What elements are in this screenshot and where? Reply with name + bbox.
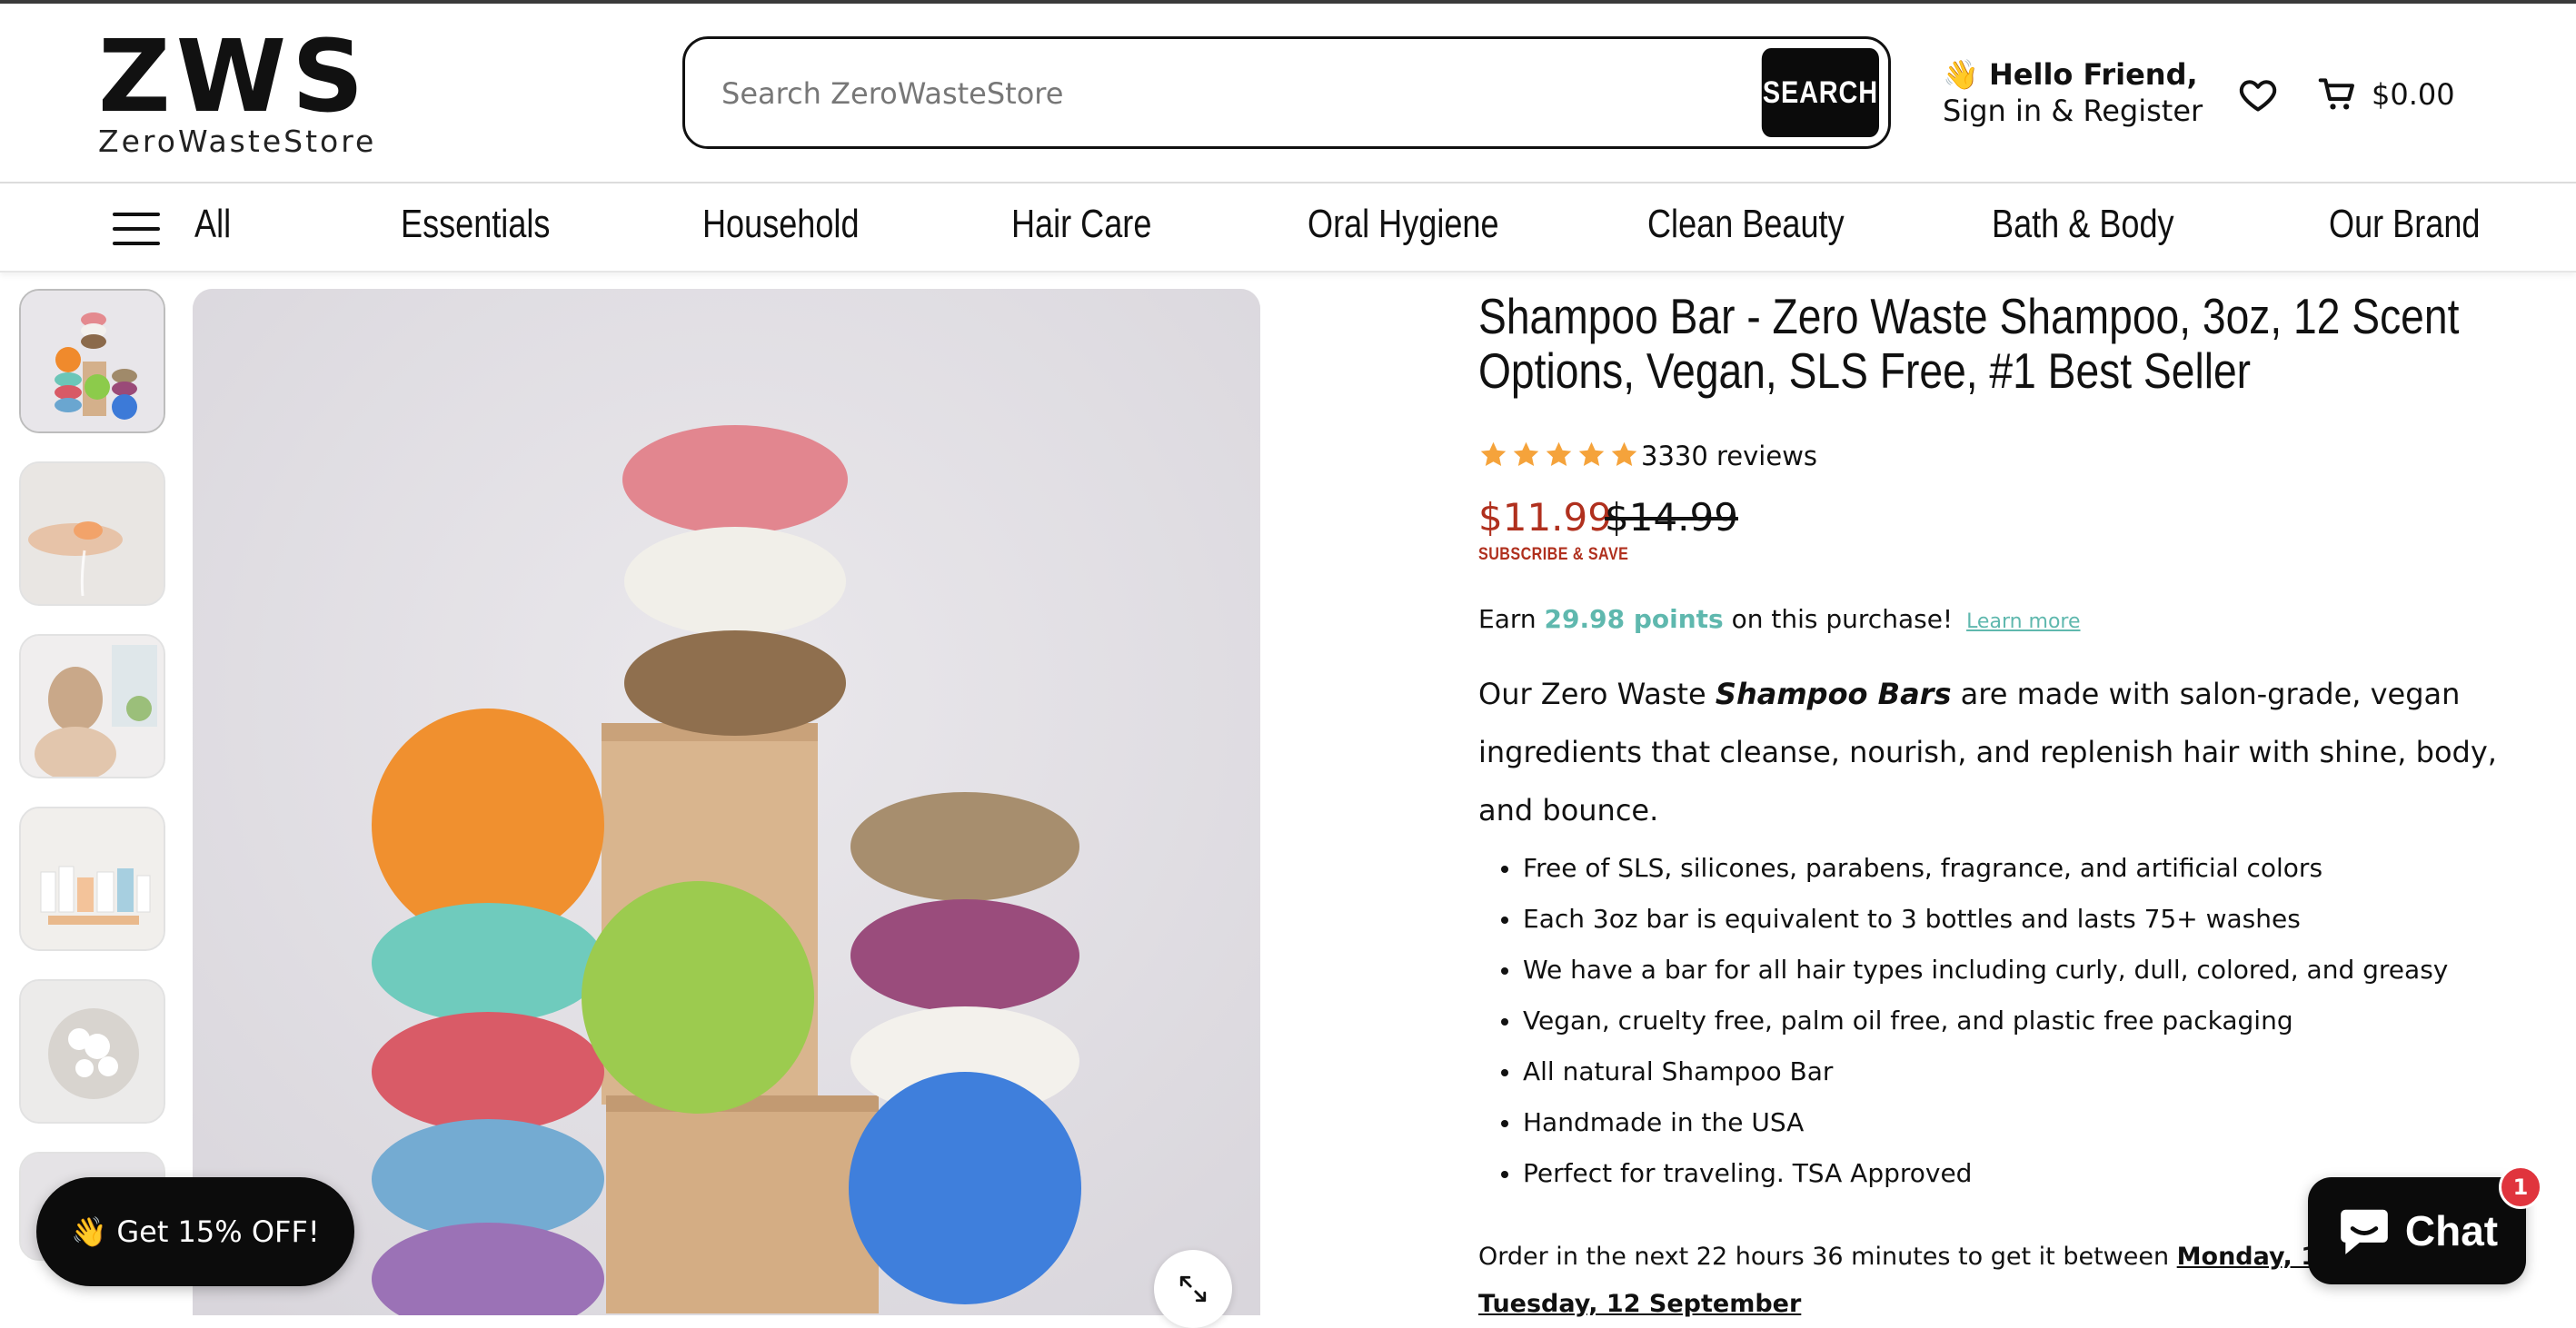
description-emphasis: Shampoo Bars xyxy=(1715,677,1952,711)
thumbnail-lather-in-hair[interactable] xyxy=(19,979,165,1124)
list-item: Handmade in the USA xyxy=(1501,1097,2546,1148)
sale-price: $11.99 xyxy=(1478,495,1612,540)
earn-prefix: Earn xyxy=(1478,604,1537,634)
star-icon xyxy=(1480,441,1507,467)
list-item: Free of SLS, silicones, parabens, fragra… xyxy=(1501,843,2546,894)
chat-bubble-icon xyxy=(2341,1209,2388,1254)
logo[interactable]: ZWS ZeroWasteStore xyxy=(98,18,389,159)
search-input[interactable] xyxy=(720,61,1650,126)
star-icon xyxy=(1578,441,1605,467)
star-icon xyxy=(1513,441,1539,467)
greeting-text: 👋 Hello Friend, xyxy=(1943,57,2198,92)
reviews-count[interactable]: 3330 reviews xyxy=(1641,438,1817,474)
nav-item-clean-beauty[interactable]: Clean Beauty xyxy=(1647,202,1845,247)
search-button[interactable]: SEARCH xyxy=(1761,48,1879,137)
account-link[interactable]: 👋 Hello Friend, Sign in & Register xyxy=(1943,56,2203,129)
thumbnail-hand-with-bar[interactable] xyxy=(19,461,165,606)
thumbnail-woman-washing-hair[interactable] xyxy=(19,634,165,778)
nav-item-essentials[interactable]: Essentials xyxy=(401,202,550,247)
expand-icon[interactable] xyxy=(1154,1250,1232,1328)
hamburger-menu-icon[interactable] xyxy=(113,213,160,245)
list-item: We have a bar for all hair types includi… xyxy=(1501,945,2546,996)
learn-more-link[interactable]: Learn more xyxy=(1966,610,2080,633)
product-title: Shampoo Bar - Zero Waste Shampoo, 3oz, 1… xyxy=(1478,288,2460,399)
nav-item-household[interactable]: Household xyxy=(702,202,860,247)
nav-item-bath-body[interactable]: Bath & Body xyxy=(1992,202,2174,247)
feature-list: Free of SLS, silicones, parabens, fragra… xyxy=(1501,843,2546,1199)
heart-icon[interactable] xyxy=(2237,74,2279,114)
description-prefix: Our Zero Waste xyxy=(1478,677,1706,711)
points-value: 29.98 points xyxy=(1544,604,1724,634)
main-nav: All Essentials Household Hair Care Oral … xyxy=(0,183,2576,273)
logo-text: ZeroWasteStore xyxy=(98,124,377,159)
list-item: Each 3oz bar is equivalent to 3 bottles … xyxy=(1501,894,2546,945)
nav-item-oral-hygiene[interactable]: Oral Hygiene xyxy=(1308,202,1499,247)
nav-item-all[interactable]: All xyxy=(194,202,231,247)
thumbnail-product-boxes[interactable] xyxy=(19,807,165,951)
site-header: ZWS ZeroWasteStore SEARCH 👋 Hello Friend… xyxy=(0,4,2576,183)
chat-notification-badge: 1 xyxy=(2499,1165,2542,1209)
star-rating[interactable] xyxy=(1478,440,1639,472)
nav-item-hair-care[interactable]: Hair Care xyxy=(1011,202,1151,247)
star-icon xyxy=(1546,441,1572,467)
star-icon xyxy=(1611,441,1637,467)
main-product-image[interactable] xyxy=(193,289,1260,1315)
list-item: All natural Shampoo Bar xyxy=(1501,1046,2546,1097)
delivery-prefix: Order in the next 22 hours 36 minutes to… xyxy=(1478,1243,2170,1271)
chat-label: Chat xyxy=(2404,1207,2499,1254)
chat-button[interactable]: Chat xyxy=(2308,1177,2526,1284)
list-item: Vegan, cruelty free, palm oil free, and … xyxy=(1501,996,2546,1046)
sign-in-register-link[interactable]: Sign in & Register xyxy=(1943,93,2203,129)
search-bar: SEARCH xyxy=(682,36,1891,149)
subscribe-save-label: SUBSCRIBE & SAVE xyxy=(1478,545,1629,564)
nav-item-our-brand[interactable]: Our Brand xyxy=(2329,202,2480,247)
delivery-date-end: Tuesday, 12 September xyxy=(1478,1290,1802,1318)
cart-icon[interactable] xyxy=(2317,74,2359,114)
compare-price: $14.99 xyxy=(1605,495,1738,540)
discount-popup-button[interactable]: 👋 Get 15% OFF! xyxy=(36,1177,354,1286)
loyalty-points: Earn 29.98 points on this purchase! Lear… xyxy=(1478,601,2081,640)
logo-mark: ZWS xyxy=(98,18,370,134)
thumbnail-product-stack[interactable] xyxy=(19,289,165,433)
product-description: Our Zero Waste Shampoo Bars are made wit… xyxy=(1478,665,2551,839)
earn-suffix: on this purchase! xyxy=(1731,604,1954,634)
cart-total[interactable]: $0.00 xyxy=(2372,74,2455,114)
